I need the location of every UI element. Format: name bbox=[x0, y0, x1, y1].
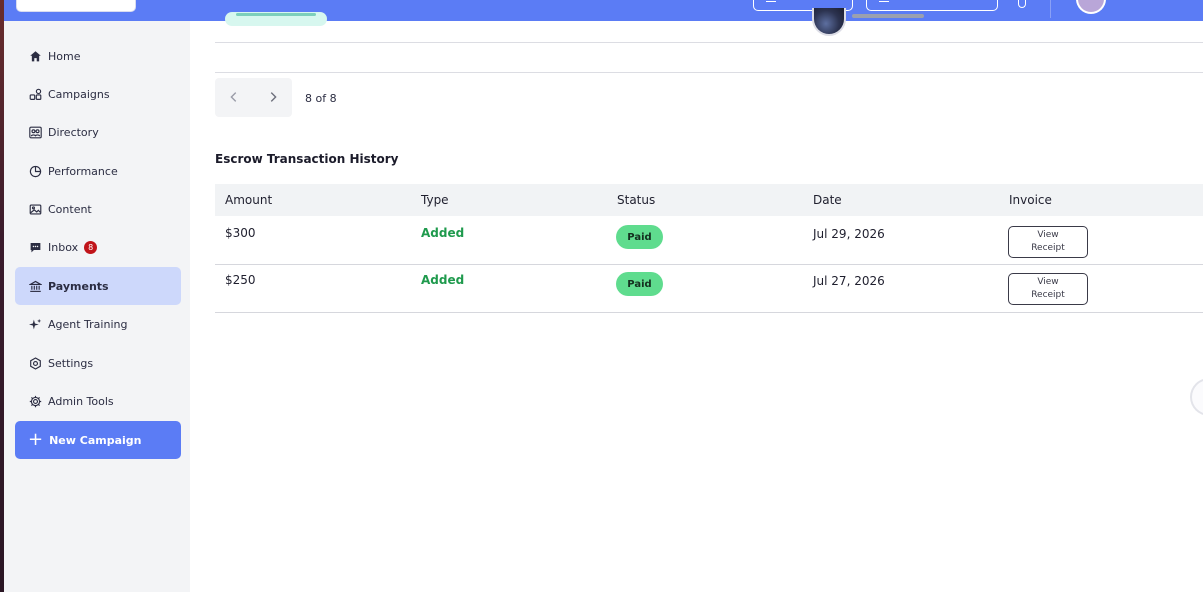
pagination-controls bbox=[215, 78, 292, 117]
sidebar-item-campaigns[interactable]: Campaigns bbox=[15, 75, 181, 113]
sidebar-item-performance[interactable]: Performance bbox=[15, 152, 181, 190]
view-receipt-button[interactable]: View Receipt bbox=[1008, 226, 1088, 258]
top-bar bbox=[4, 0, 1203, 21]
plus-icon: + bbox=[28, 429, 44, 450]
cell-amount: $250 bbox=[225, 273, 256, 287]
admin-gear-icon bbox=[28, 394, 42, 408]
divider bbox=[215, 72, 1203, 73]
chevron-left-icon[interactable] bbox=[226, 89, 242, 105]
status-chip-text bbox=[236, 13, 316, 16]
cell-type: Added bbox=[421, 273, 465, 287]
sidebar-item-payments[interactable]: Payments bbox=[15, 267, 181, 305]
column-header-amount: Amount bbox=[225, 193, 273, 207]
chevron-right-icon[interactable] bbox=[265, 89, 281, 105]
floating-chat-button[interactable] bbox=[1190, 378, 1203, 416]
sidebar-item-home[interactable]: Home bbox=[15, 37, 181, 75]
column-header-date: Date bbox=[813, 193, 842, 207]
column-header-status: Status bbox=[617, 193, 656, 207]
table-row-divider bbox=[215, 264, 1203, 265]
new-campaign-button[interactable]: + New Campaign bbox=[15, 421, 181, 459]
user-avatar[interactable] bbox=[1076, 0, 1106, 14]
sidebar-item-label: Settings bbox=[48, 356, 94, 370]
cell-type: Added bbox=[421, 226, 465, 240]
directory-icon bbox=[28, 125, 42, 139]
inbox-unread-badge: 8 bbox=[84, 240, 98, 254]
divider bbox=[215, 42, 1203, 43]
sparkle-icon bbox=[28, 317, 42, 331]
status-badge: Paid bbox=[616, 272, 663, 296]
top-search-button[interactable] bbox=[866, 0, 998, 11]
sidebar-item-label: Agent Training bbox=[48, 317, 128, 331]
gear-icon bbox=[28, 356, 42, 370]
chat-icon bbox=[28, 240, 42, 254]
sidebar-item-directory[interactable]: Directory bbox=[15, 113, 181, 151]
sidebar-item-label: Admin Tools bbox=[48, 394, 114, 408]
sidebar-item-agent-training[interactable]: Agent Training bbox=[15, 305, 181, 343]
pagination-label: 8 of 8 bbox=[305, 92, 337, 105]
status-badge: Paid bbox=[616, 225, 663, 249]
home-icon bbox=[28, 49, 42, 63]
sidebar-item-label: Campaigns bbox=[48, 87, 110, 101]
table-header bbox=[215, 184, 1203, 216]
sidebar-item-label: Payments bbox=[48, 279, 109, 293]
table-row-divider bbox=[215, 312, 1203, 313]
sidebar-item-settings[interactable]: Settings bbox=[15, 344, 181, 382]
bank-icon bbox=[28, 279, 42, 293]
top-left-selector[interactable] bbox=[16, 0, 136, 12]
cell-date: Jul 29, 2026 bbox=[813, 227, 885, 241]
view-receipt-button[interactable]: View Receipt bbox=[1008, 273, 1088, 305]
sidebar-item-label: Home bbox=[48, 49, 81, 63]
cell-date: Jul 27, 2026 bbox=[813, 274, 885, 288]
sidebar-item-label: Inbox bbox=[48, 240, 79, 254]
column-header-type: Type bbox=[421, 193, 449, 207]
notification-icon[interactable] bbox=[1018, 0, 1026, 8]
sidebar-item-content[interactable]: Content bbox=[15, 190, 181, 228]
image-icon bbox=[28, 202, 42, 216]
new-campaign-label: New Campaign bbox=[49, 433, 142, 447]
sidebar-item-inbox[interactable]: Inbox 8 bbox=[15, 228, 181, 266]
cell-amount: $300 bbox=[225, 226, 256, 240]
sidebar-item-label: Content bbox=[48, 202, 92, 216]
sidebar-item-label: Directory bbox=[48, 125, 99, 139]
pie-chart-icon bbox=[28, 164, 42, 178]
column-header-invoice: Invoice bbox=[1009, 193, 1052, 207]
sidebar-item-label: Performance bbox=[48, 164, 118, 178]
campaigns-icon bbox=[28, 87, 42, 101]
sidebar: Home Campaigns Directory Performance Con… bbox=[4, 21, 190, 592]
top-divider bbox=[1050, 0, 1051, 18]
username-text bbox=[852, 14, 924, 18]
avatar bbox=[812, 8, 846, 36]
section-title: Escrow Transaction History bbox=[215, 152, 399, 166]
sidebar-item-admin-tools[interactable]: Admin Tools bbox=[15, 382, 181, 420]
